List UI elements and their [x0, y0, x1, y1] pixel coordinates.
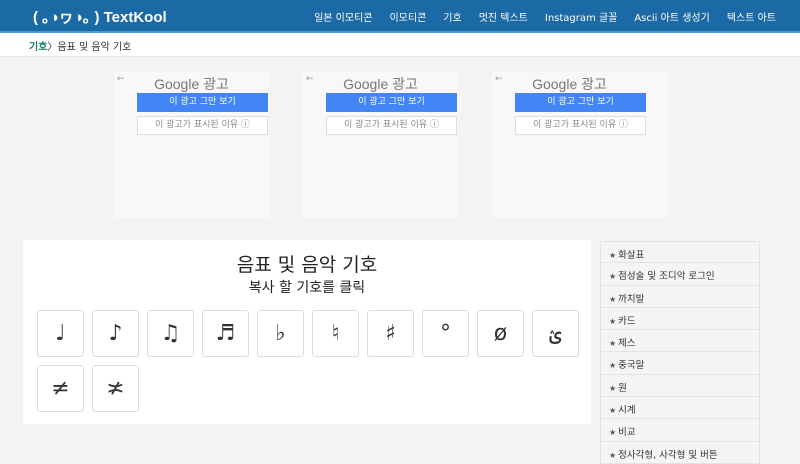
sidebar-item-label: 원: [618, 382, 627, 394]
breadcrumb-separator: 〉: [47, 42, 58, 53]
star-icon: ★: [609, 339, 617, 349]
sidebar-item-label: 시계: [618, 405, 636, 417]
symbol-tile[interactable]: ♪: [92, 310, 139, 357]
sidebar-item[interactable]: ★ 비교: [600, 419, 760, 442]
why-ad-button[interactable]: 이 광고가 표시된 이유 ⓘ: [326, 116, 457, 135]
sidebar-item[interactable]: ★ 정사각형, 사각형 및 버튼: [600, 441, 760, 464]
nav-cool-text[interactable]: 멋진 텍스트: [479, 9, 528, 24]
why-ad-button[interactable]: 이 광고가 표시된 이유 ⓘ: [515, 116, 646, 135]
nav-symbols[interactable]: 기호: [443, 9, 461, 24]
symbol-tile[interactable]: °: [422, 310, 469, 357]
sidebar-item[interactable]: ★ 시계: [600, 397, 760, 420]
sidebar-item-label: 점성술 및 조디악 로그인: [618, 271, 715, 283]
sidebar-item-label: 화살표: [618, 250, 645, 261]
star-icon: ★: [609, 383, 617, 393]
sidebar-item[interactable]: ★ 카드: [600, 307, 760, 331]
sidebar-item-label: 카드: [618, 315, 636, 327]
star-icon: ★: [609, 428, 617, 438]
ad-brand: Google 광고: [532, 76, 607, 92]
ad-slot: ← Google 광고 이 광고 그만 보기 이 광고가 표시된 이유 ⓘ: [303, 72, 458, 218]
why-ad-button[interactable]: 이 광고가 표시된 이유 ⓘ: [137, 116, 268, 135]
top-header: ( ｡◑ヮ◑｡ ) TextKool 일본 이모티콘 이모티콘 기호 멋진 텍스…: [0, 0, 800, 33]
sidebar-item-label: 체스: [618, 338, 636, 350]
sidebar-item[interactable]: ★ 원: [600, 374, 760, 398]
star-icon: ★: [609, 294, 617, 304]
nav-japanese-emoticons[interactable]: 일본 이모티콘: [314, 9, 372, 24]
ad-brand: Google 광고: [343, 76, 418, 92]
symbol-tile[interactable]: ♯: [367, 310, 414, 357]
ad-slot: ← Google 광고 이 광고 그만 보기 이 광고가 표시된 이유 ⓘ: [114, 72, 269, 218]
nav-ascii-art-generator[interactable]: Ascii 아트 생성기: [634, 9, 709, 24]
sidebar-item[interactable]: ★ 점성술 및 조디악 로그인: [600, 263, 760, 286]
symbol-tile[interactable]: ≠: [37, 365, 84, 412]
symbol-grid: ♩ ♪ ♫ ♬ ♭ ♮ ♯ ° ø ؽ ≠ ≭: [37, 310, 597, 412]
ad-brand: Google 광고: [154, 76, 229, 92]
symbols-panel: 음표 및 음악 기호 복사 할 기호를 클릭 ♩ ♪ ♫ ♬ ♭ ♮ ♯ ° ø…: [23, 240, 591, 424]
category-sidebar: ★ 화살표 ★ 점성술 및 조디악 로그인 ★ 까치발 ★ 카드 ★ 체스 ★ 중국말 ★ 원…: [600, 241, 760, 464]
sidebar-item-label: 정사각형, 사각형 및 버튼: [618, 449, 718, 461]
symbol-tile[interactable]: ♫: [147, 310, 194, 357]
star-icon: ★: [609, 272, 617, 282]
breadcrumb-parent[interactable]: 기호: [29, 42, 47, 53]
star-icon: ★: [609, 406, 617, 416]
sidebar-item-label: 까치발: [618, 293, 645, 305]
nav-instagram-fonts[interactable]: Instagram 글꼴: [545, 9, 617, 24]
symbol-tile[interactable]: ♮: [312, 310, 359, 357]
symbol-tile[interactable]: ♭: [257, 310, 304, 357]
star-icon: ★: [609, 316, 617, 326]
breadcrumb-current: 음표 및 음악 기호: [57, 42, 132, 53]
symbol-tile[interactable]: ♬: [202, 310, 249, 357]
sidebar-item[interactable]: ★ 까치발: [600, 285, 760, 308]
page-subtitle: 복사 할 기호를 클릭: [248, 280, 366, 296]
stop-ad-button[interactable]: 이 광고 그만 보기: [326, 93, 457, 112]
symbol-tile[interactable]: ؽ: [532, 310, 579, 357]
sidebar-item[interactable]: ★ 화살표: [600, 241, 760, 264]
star-icon: ★: [609, 251, 617, 260]
sidebar-item[interactable]: ★ 체스: [600, 330, 760, 353]
nav-emoticons[interactable]: 이모티콘: [389, 9, 426, 24]
sidebar-item-label: 비교: [618, 427, 636, 439]
breadcrumb: 기호〉음표 및 음악 기호: [0, 33, 800, 57]
star-icon: ★: [609, 450, 617, 460]
sidebar-item[interactable]: ★ 중국말: [600, 352, 760, 375]
site-logo[interactable]: ( ｡◑ヮ◑｡ ) TextKool: [33, 6, 167, 27]
page-title: 음표 및 음악 기호: [236, 254, 378, 276]
stop-ad-button[interactable]: 이 광고 그만 보기: [137, 93, 268, 112]
stop-ad-button[interactable]: 이 광고 그만 보기: [515, 93, 646, 112]
nav-text-art[interactable]: 텍스트 아트: [727, 9, 776, 24]
star-icon: ★: [609, 361, 617, 371]
symbol-tile[interactable]: ♩: [37, 310, 84, 357]
symbol-tile[interactable]: ø: [477, 310, 524, 357]
main-nav: 일본 이모티콘 이모티콘 기호 멋진 텍스트 Instagram 글꼴 Asci…: [314, 9, 776, 24]
symbol-tile[interactable]: ≭: [92, 365, 139, 412]
sidebar-item-label: 중국말: [618, 360, 645, 372]
ad-slot: ← Google 광고 이 광고 그만 보기 이 광고가 표시된 이유 ⓘ: [492, 72, 668, 218]
